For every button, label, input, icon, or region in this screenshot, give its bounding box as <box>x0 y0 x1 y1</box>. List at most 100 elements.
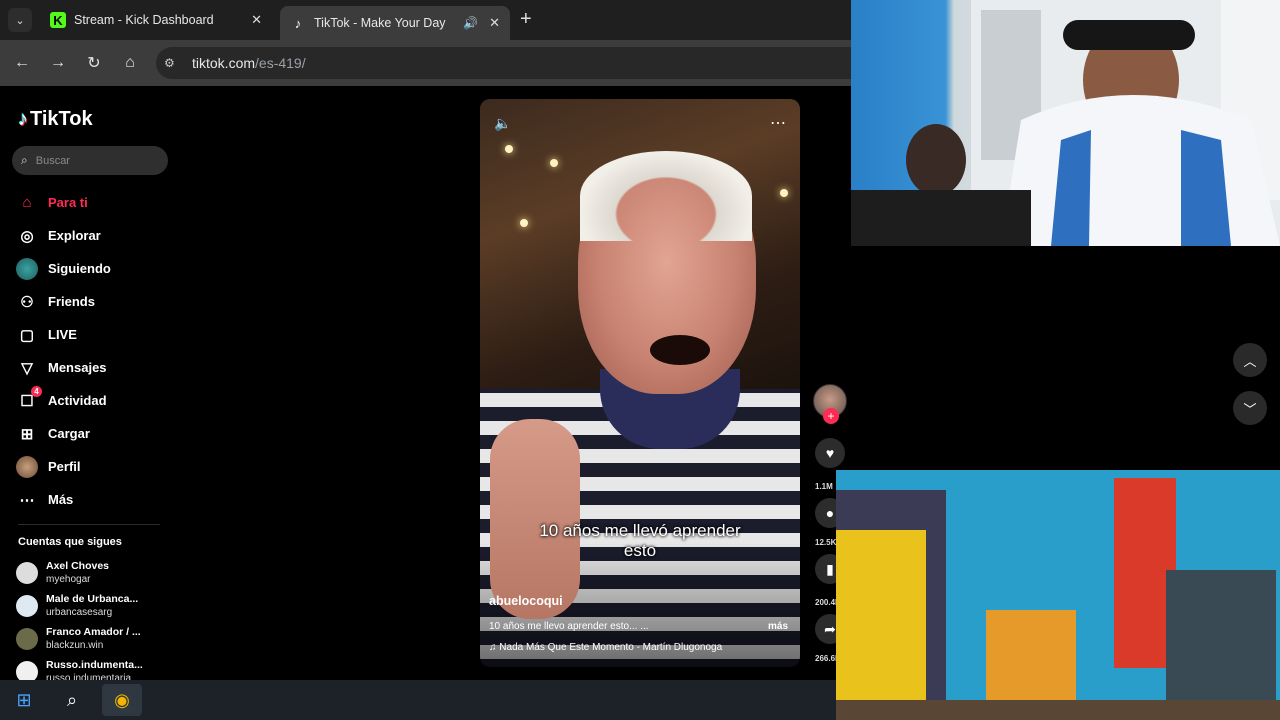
video-description: 10 años me llevo aprender esto... ... <box>489 621 649 632</box>
video-music[interactable]: ♫ Nada Más Que Este Momento - Martín Dlu… <box>489 642 722 653</box>
address-bar[interactable]: ⚙ tiktok.com/es-419/ <box>156 47 851 79</box>
tiktok-page: ♪ TikTok ⌕ Buscar ⌂ Para ti ◎ Explorar S… <box>0 86 851 680</box>
account-handle: urbancasesarg <box>46 606 113 618</box>
tab-title: TikTok - Make Your Day <box>314 16 446 30</box>
sidebar-item-cargar[interactable]: ⊞ Cargar <box>16 417 166 450</box>
reload-button[interactable]: ↻ <box>83 52 105 74</box>
list-item[interactable]: Axel Choves myehogar <box>16 556 166 589</box>
sidebar-item-perfil[interactable]: Perfil <box>16 450 166 483</box>
new-tab-button[interactable]: + <box>520 9 532 29</box>
sidebar-item-label: Para ti <box>48 195 88 210</box>
sidebar-item-actividad[interactable]: ☐ 4 Actividad <box>16 384 166 417</box>
upload-icon: ⊞ <box>20 425 34 443</box>
profile-avatar <box>16 455 38 478</box>
heart-icon: ♥ <box>825 445 835 461</box>
sidebar-item-para-ti[interactable]: ⌂ Para ti <box>16 186 166 219</box>
following-section-title: Cuentas que sigues <box>18 536 122 548</box>
sidebar-item-siguiendo[interactable]: Siguiendo <box>16 252 166 285</box>
sidebar-item-friends[interactable]: ⚇ Friends <box>16 285 166 318</box>
tiktok-logo[interactable]: ♪ TikTok <box>18 108 93 131</box>
sidebar-item-label: Friends <box>48 294 95 309</box>
webcam-scene-top <box>851 0 1280 246</box>
following-avatar <box>16 257 38 280</box>
account-name: Axel Choves <box>46 559 110 572</box>
reload-icon: ↻ <box>87 55 101 72</box>
more-options-icon[interactable]: ⋯ <box>770 113 786 133</box>
sidebar-item-explorar[interactable]: ◎ Explorar <box>16 219 166 252</box>
person-hair <box>580 151 752 241</box>
search-button[interactable]: ⌕ <box>52 684 92 716</box>
url-host: tiktok.com <box>192 55 256 71</box>
speaker-icon[interactable]: 🔊 <box>463 16 478 30</box>
ceiling-light <box>780 189 788 197</box>
browser-tab-bar: ⌄ K Stream - Kick Dashboard ✕ ♪ TikTok -… <box>0 0 851 40</box>
caption-line: 10 años me llevó aprender <box>539 521 741 540</box>
video-player[interactable]: 🔈 ⋯ 10 años me llevó aprender esto abuel… <box>480 99 800 667</box>
back-button[interactable]: ← <box>11 52 33 74</box>
account-name: Russo.indumenta... <box>46 658 143 671</box>
close-icon[interactable]: ✕ <box>489 15 500 31</box>
sidebar-item-label: Perfil <box>48 459 81 474</box>
sidebar-item-label: Más <box>48 492 74 507</box>
chevron-up-icon: ︿ <box>1243 353 1257 369</box>
video-caption-overlay: 10 años me llevó aprender esto <box>480 521 800 561</box>
caption-line: esto <box>623 541 657 560</box>
search-input[interactable]: ⌕ Buscar <box>12 146 168 175</box>
sidebar-item-mas[interactable]: ⋯ Más <box>16 483 166 516</box>
windows-taskbar: ⊞ ⌕ ◉ <box>0 680 836 720</box>
sidebar-divider <box>18 524 160 525</box>
volume-icon[interactable]: 🔈 <box>494 115 511 132</box>
person-mouth <box>650 335 710 365</box>
url-path: /es-419/ <box>255 55 306 71</box>
avatar <box>16 594 38 617</box>
ceiling-light <box>505 145 513 153</box>
search-icon: ⌕ <box>21 153 28 167</box>
following-list: Axel Choves myehogar Male de Urbanca... ur… <box>16 556 166 680</box>
live-icon: ▢ <box>19 326 35 344</box>
logo-text: TikTok <box>30 108 93 130</box>
chrome-icon: ◉ <box>114 689 130 710</box>
taskbar-chrome[interactable]: ◉ <box>102 684 142 716</box>
like-button[interactable]: ♥ <box>815 438 845 468</box>
music-title: Nada Más Que Este Momento - Martín Dlugo… <box>499 642 723 653</box>
sidebar-item-mensajes[interactable]: ▽ Mensajes <box>16 351 166 384</box>
account-name: Male de Urbanca... <box>46 592 139 605</box>
tab-tiktok[interactable]: ♪ TikTok - Make Your Day 🔊 ✕ <box>280 6 510 40</box>
windows-icon: ⊞ <box>16 689 32 710</box>
webcam-overlay-top <box>851 0 1280 246</box>
account-handle: russo.indumentaria <box>46 672 132 681</box>
account-handle: myehogar <box>46 573 91 585</box>
tab-search-button[interactable]: ⌄ <box>8 8 32 32</box>
sidebar-item-live[interactable]: ▢ LIVE <box>16 318 166 351</box>
previous-video-button[interactable]: ︿ <box>1233 343 1267 377</box>
search-placeholder: Buscar <box>35 154 70 167</box>
webcam-scene-bottom <box>836 470 1280 720</box>
compass-icon: ◎ <box>20 227 34 245</box>
home-button[interactable]: ⌂ <box>119 52 141 74</box>
browser-toolbar: ← → ↻ ⌂ ⚙ tiktok.com/es-419/ <box>0 40 851 86</box>
video-author[interactable]: abuelocoqui <box>489 594 563 608</box>
tiktok-favicon-icon: ♪ <box>294 15 302 31</box>
friends-icon: ⚇ <box>20 293 34 311</box>
tab-kick-dashboard[interactable]: K Stream - Kick Dashboard ✕ <box>40 6 272 34</box>
site-info-icon[interactable]: ⚙ <box>164 56 184 70</box>
person-hand <box>490 419 580 619</box>
more-link[interactable]: más <box>768 621 788 632</box>
account-handle: blackzun.win <box>46 639 104 651</box>
ceiling-light <box>550 159 558 167</box>
next-video-button[interactable]: ﹀ <box>1233 391 1267 425</box>
sidebar-nav: ⌂ Para ti ◎ Explorar Siguiendo ⚇ Friends… <box>16 186 166 516</box>
close-icon[interactable]: ✕ <box>251 12 262 28</box>
list-item[interactable]: Male de Urbanca... urbancasesarg <box>16 589 166 622</box>
start-button[interactable]: ⊞ <box>4 684 44 716</box>
tiktok-note-icon: ♪ <box>18 108 28 130</box>
follow-plus-icon[interactable]: + <box>823 408 839 424</box>
sidebar-item-label: Cargar <box>48 426 90 441</box>
list-item[interactable]: Russo.indumenta... russo.indumentaria <box>16 655 166 680</box>
forward-button[interactable]: → <box>47 52 69 74</box>
sidebar-item-label: Explorar <box>48 228 101 243</box>
list-item[interactable]: Franco Amador / ... blackzun.win <box>16 622 166 655</box>
notification-badge: 4 <box>31 385 42 397</box>
ceiling-light <box>520 219 528 227</box>
home-icon: ⌂ <box>22 194 32 211</box>
